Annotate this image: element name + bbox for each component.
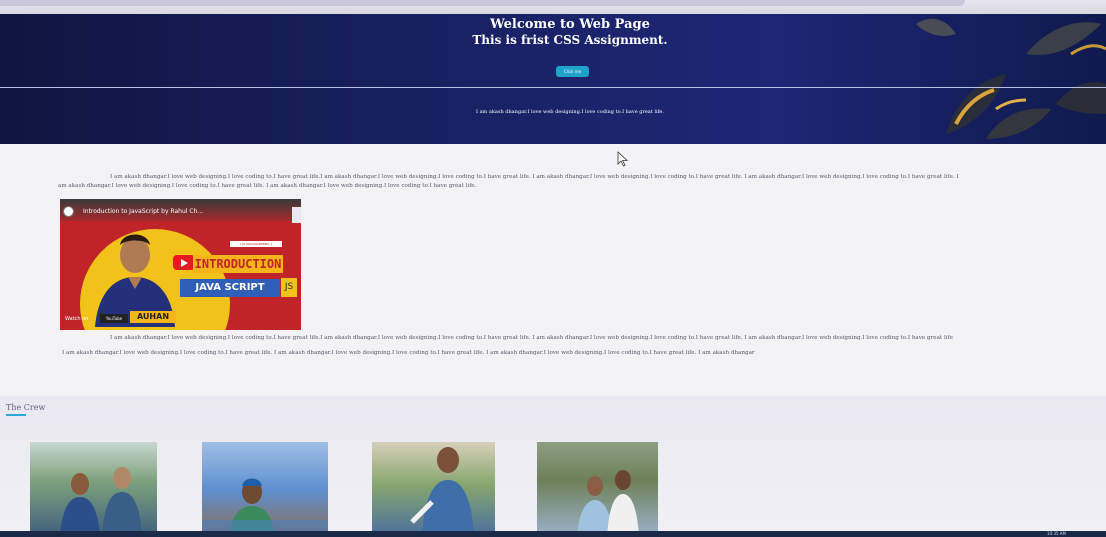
crew-photo-4 bbox=[537, 442, 658, 537]
click-me-button[interactable]: Click me bbox=[556, 66, 589, 77]
hero-divider bbox=[0, 87, 1106, 88]
channel-avatar[interactable] bbox=[63, 206, 74, 217]
video-subheading: JAVA SCRIPT bbox=[180, 279, 280, 297]
browser-top-bar bbox=[0, 0, 1106, 14]
crew-photo-1 bbox=[30, 442, 157, 537]
crew-photo-3 bbox=[372, 442, 495, 537]
video-tag: [ JS PROGRAMMING ] bbox=[230, 241, 282, 247]
youtube-logo-icon[interactable]: YouTube bbox=[100, 314, 128, 323]
brand-logo: incann bbox=[292, 207, 301, 223]
crew-heading-underline bbox=[6, 414, 26, 416]
browser-tab-strip[interactable] bbox=[0, 0, 965, 6]
js-logo-icon: JS bbox=[281, 278, 297, 297]
video-title[interactable]: Introduction to JavaScript by Rahul Ch..… bbox=[83, 208, 223, 215]
os-taskbar: 10:35 AM bbox=[0, 531, 1106, 537]
hero-banner: Welcome to Web Page This is frist CSS As… bbox=[0, 14, 1106, 144]
video-heading: INTRODUCTION bbox=[193, 255, 283, 273]
mouse-cursor-icon bbox=[617, 151, 629, 167]
hero-tagline: I am akash dhangar.I love web designing.… bbox=[476, 109, 664, 115]
leaf-decoration-icon bbox=[916, 18, 1106, 139]
page-title: Welcome to Web Page bbox=[490, 17, 650, 32]
crew-heading: The Crew bbox=[6, 403, 46, 412]
page-subtitle: This is frist CSS Assignment. bbox=[472, 33, 668, 47]
watch-on-label[interactable]: Watch on bbox=[65, 316, 88, 322]
outro-paragraph-line-1: I am akash dhangar.I love web designing.… bbox=[110, 335, 953, 341]
video-embed[interactable]: Introduction to JavaScript by Rahul Ch..… bbox=[60, 199, 301, 330]
presenter-name-tag: AUHAN bbox=[130, 311, 176, 323]
intro-paragraph-line-2: am akash dhangar.I love web designing.I … bbox=[58, 183, 477, 189]
play-icon[interactable] bbox=[173, 255, 195, 270]
crew-photo-2 bbox=[202, 442, 328, 537]
intro-paragraph-line-1: I am akash dhangar.I love web designing.… bbox=[110, 174, 959, 180]
screen: Welcome to Web Page This is frist CSS As… bbox=[0, 0, 1106, 537]
outro-paragraph-line-2: I am akash dhangar.I love web designing.… bbox=[62, 350, 755, 356]
taskbar-clock[interactable]: 10:35 AM bbox=[1047, 531, 1066, 537]
